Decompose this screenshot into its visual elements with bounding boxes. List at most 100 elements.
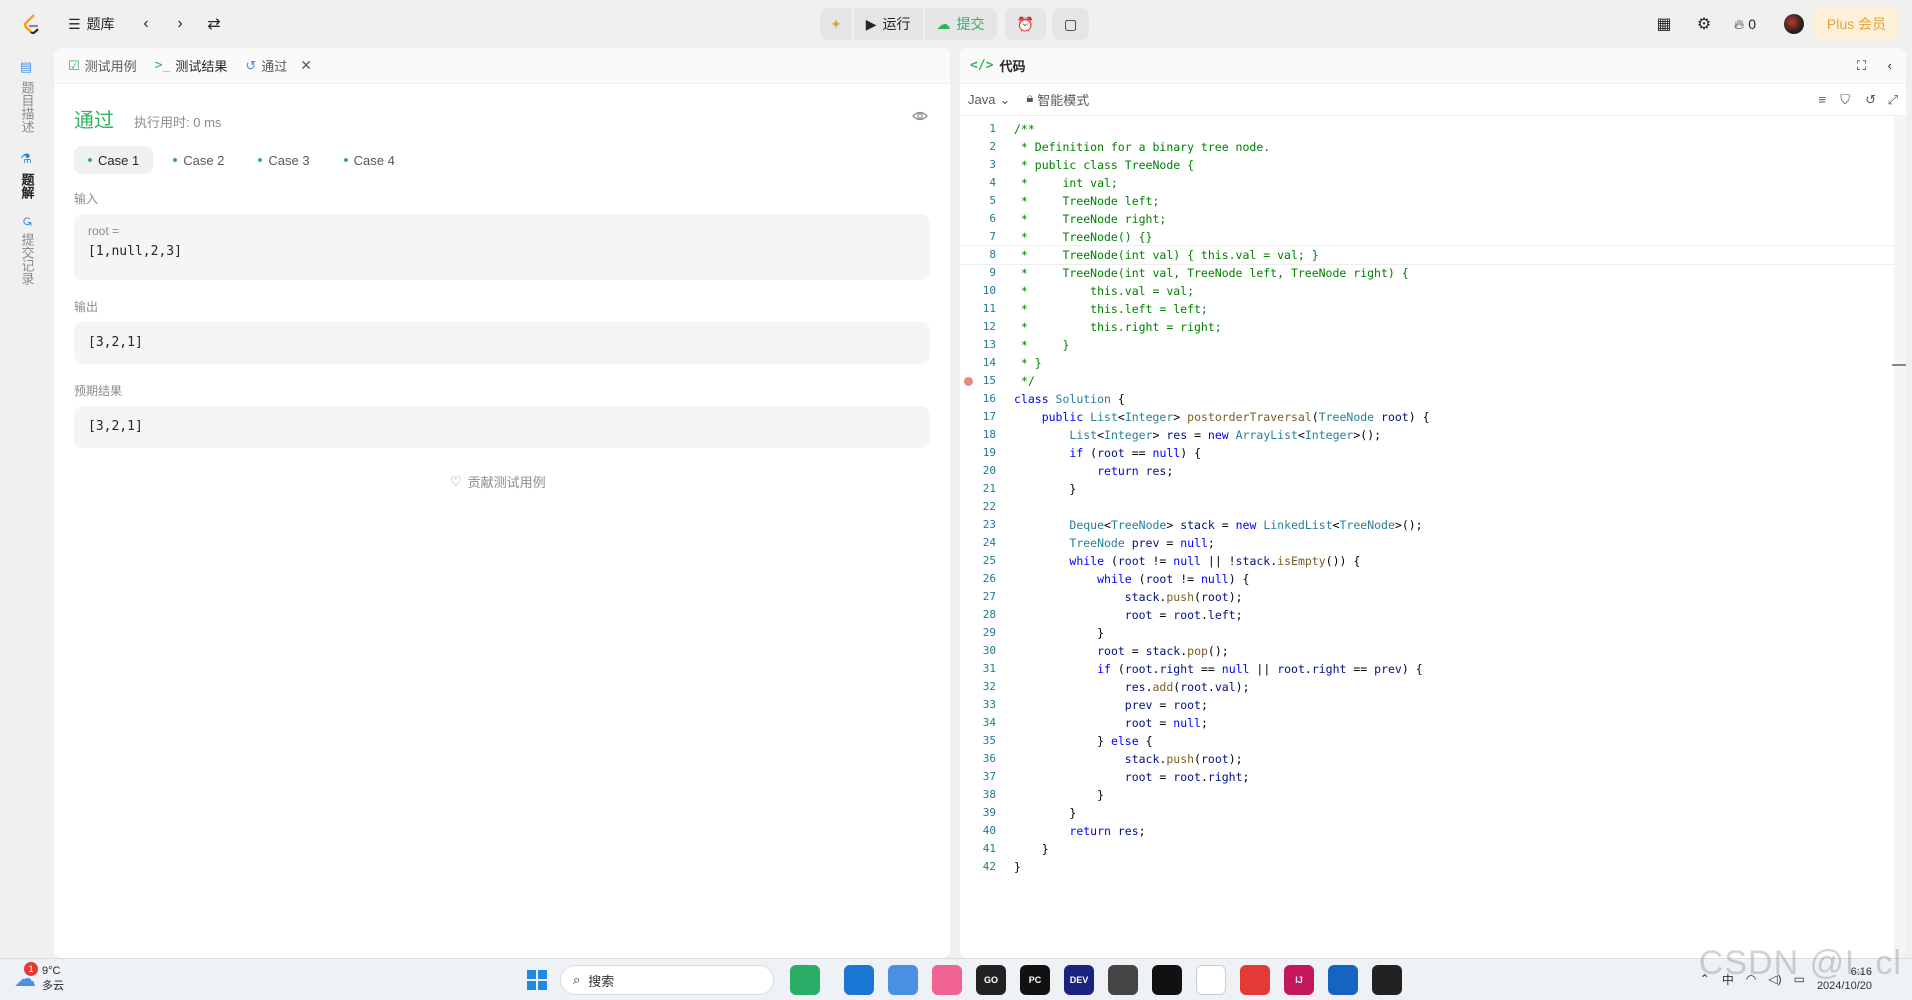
submit-button[interactable]: ☁ 提交 — [924, 8, 997, 40]
code-line[interactable]: 1 /** — [960, 120, 1896, 138]
code-line[interactable]: 30 root = stack.pop(); — [960, 642, 1896, 660]
language-select[interactable]: Java ⌄ — [968, 92, 1010, 108]
problem-bank-button[interactable]: ☰ 题库 — [68, 12, 115, 36]
code-line[interactable]: 5 * TreeNode left; — [960, 192, 1896, 210]
code-line[interactable]: 8 * TreeNode(int val) { this.val = val; … — [960, 245, 1897, 265]
code-line[interactable]: 3 * public class TreeNode { — [960, 156, 1896, 174]
collapse-icon[interactable]: ‹ — [1888, 58, 1892, 73]
code-line[interactable]: 38 } — [960, 786, 1896, 804]
case-tab[interactable]: Case 4 — [330, 146, 409, 174]
code-line[interactable]: 13 * } — [960, 336, 1896, 354]
code-line[interactable]: 11 * this.left = left; — [960, 300, 1896, 318]
tab-testcase[interactable]: ☑ 测试用例 — [68, 56, 137, 75]
fullscreen-icon[interactable]: ⛶ — [1857, 58, 1866, 74]
pycharm-icon[interactable]: PC — [1020, 965, 1050, 995]
code-line[interactable]: 7 * TreeNode() {} — [960, 228, 1896, 246]
qq-icon[interactable] — [1372, 965, 1402, 995]
code-line[interactable]: 12 * this.right = right; — [960, 318, 1896, 336]
code-line[interactable]: 27 stack.push(root); — [960, 588, 1896, 606]
editor-scrollbar[interactable] — [1892, 116, 1906, 958]
code-line[interactable]: 25 while (root != null || !stack.isEmpty… — [960, 552, 1896, 570]
file-icon[interactable] — [1196, 965, 1226, 995]
start-icon[interactable] — [522, 965, 552, 995]
code-line[interactable]: 9 * TreeNode(int val, TreeNode left, Tre… — [960, 264, 1896, 282]
code-line[interactable]: 40 return res; — [960, 822, 1896, 840]
case-tab[interactable]: Case 3 — [244, 146, 323, 174]
code-text: root = root.right; — [1124, 770, 1250, 784]
run-button[interactable]: ▶ 运行 — [853, 8, 923, 40]
tab-solutions[interactable]: ⚗ 题解 — [10, 152, 44, 199]
notepad-icon[interactable] — [1328, 965, 1358, 995]
eye-icon[interactable] — [912, 108, 928, 129]
plus-member-button[interactable]: Plus 会员 — [1812, 8, 1900, 40]
contribute-testcase-button[interactable]: ♡ 贡献测试用例 — [450, 472, 546, 491]
code-line[interactable]: 26 while (root != null) { — [960, 570, 1896, 588]
streak-counter[interactable]: 🔥︎ 0 — [1734, 12, 1756, 36]
reset-icon[interactable]: ↺ — [1865, 92, 1876, 108]
tab-test-result[interactable]: >_ 测试结果 — [155, 56, 228, 75]
code-line[interactable]: 17 public List<Integer> postorderTravers… — [960, 408, 1896, 426]
code-line[interactable]: 42} — [960, 858, 1896, 876]
code-line[interactable]: 18 List<Integer> res = new ArrayList<Int… — [960, 426, 1896, 444]
code-line[interactable]: 37 root = root.right; — [960, 768, 1896, 786]
weather-widget[interactable]: ☁ 1 9°C 多云 — [14, 962, 64, 993]
code-line[interactable]: 41 } — [960, 840, 1896, 858]
tab-submissions[interactable]: ↺ 提交记录 — [10, 216, 44, 285]
wechat-icon[interactable] — [790, 965, 820, 995]
code-line[interactable]: 33 prev = root; — [960, 696, 1896, 714]
tab-description[interactable]: ▤ 题目描述 — [10, 60, 44, 133]
music-icon[interactable] — [932, 965, 962, 995]
taskbar-search[interactable]: ⌕ 搜索 — [560, 965, 774, 995]
baidu-netdisk-icon[interactable] — [888, 965, 918, 995]
vscode-icon[interactable] — [844, 965, 874, 995]
notes-button[interactable]: ▢ — [1051, 8, 1090, 40]
scroll-thumb[interactable] — [1892, 364, 1906, 366]
leetcode-logo[interactable] — [20, 12, 44, 36]
case-tab[interactable]: Case 1 — [74, 146, 154, 174]
code-line[interactable]: 16 class Solution { — [960, 390, 1896, 408]
prev-problem-button[interactable]: ‹ — [132, 10, 160, 38]
terminal-icon[interactable] — [1152, 965, 1182, 995]
debug-button[interactable]: ✦ — [820, 8, 852, 40]
close-icon[interactable]: ✕ — [300, 57, 312, 74]
dev-icon[interactable]: DEV — [1064, 965, 1094, 995]
smart-mode-toggle[interactable]: 🔒︎ 智能模式 — [1026, 90, 1089, 109]
shuffle-icon: ⇄ — [207, 16, 221, 33]
random-problem-button[interactable]: ⇄ — [200, 10, 228, 38]
code-line[interactable]: 4 * int val; — [960, 174, 1896, 192]
github-icon[interactable] — [1108, 965, 1138, 995]
code-line[interactable]: 21 } — [960, 480, 1896, 498]
tab-passed[interactable]: ↺ 通过 ✕ — [245, 56, 312, 75]
next-problem-button[interactable]: › — [166, 10, 194, 38]
code-line[interactable]: 39 } — [960, 804, 1896, 822]
code-line[interactable]: 31 if (root.right == null || root.right … — [960, 660, 1896, 678]
expand-icon[interactable]: ⤢ — [1888, 92, 1898, 108]
code-line[interactable]: 19 if (root == null) { — [960, 444, 1896, 462]
code-line[interactable]: 35 } else { — [960, 732, 1896, 750]
goland-icon[interactable]: GO — [976, 965, 1006, 995]
code-line[interactable]: 10 * this.val = val; — [960, 282, 1896, 300]
format-icon[interactable]: ≡ — [1818, 92, 1826, 107]
code-line[interactable]: 20 return res; — [960, 462, 1896, 480]
settings-button[interactable]: ⚙ — [1690, 10, 1718, 38]
code-line[interactable]: 29 } — [960, 624, 1896, 642]
netease-music-icon[interactable] — [1240, 965, 1270, 995]
bookmark-icon[interactable]: ⛉ — [1840, 92, 1850, 108]
code-line[interactable]: 14 * } — [960, 354, 1896, 372]
code-line[interactable]: 2 * Definition for a binary tree node. — [960, 138, 1896, 156]
layout-button[interactable]: ▦ — [1650, 10, 1678, 38]
code-line[interactable]: 24 TreeNode prev = null; — [960, 534, 1896, 552]
code-line[interactable]: 23 Deque<TreeNode> stack = new LinkedLis… — [960, 516, 1896, 534]
code-line[interactable]: 6 * TreeNode right; — [960, 210, 1896, 228]
case-tab[interactable]: Case 2 — [159, 146, 238, 174]
code-line[interactable]: 15 */ — [960, 372, 1896, 390]
code-line[interactable]: 22 — [960, 498, 1896, 516]
code-line[interactable]: 36 stack.push(root); — [960, 750, 1896, 768]
avatar[interactable] — [1784, 14, 1804, 34]
code-line[interactable]: 32 res.add(root.val); — [960, 678, 1896, 696]
code-editor[interactable]: 1 /** 2 * Definition for a binary tree nod… — [960, 120, 1897, 876]
intellij-icon[interactable]: IJ — [1284, 965, 1314, 995]
code-line[interactable]: 28 root = root.left; — [960, 606, 1896, 624]
code-line[interactable]: 34 root = null; — [960, 714, 1896, 732]
timer-button[interactable]: ⏰ — [1004, 8, 1046, 40]
